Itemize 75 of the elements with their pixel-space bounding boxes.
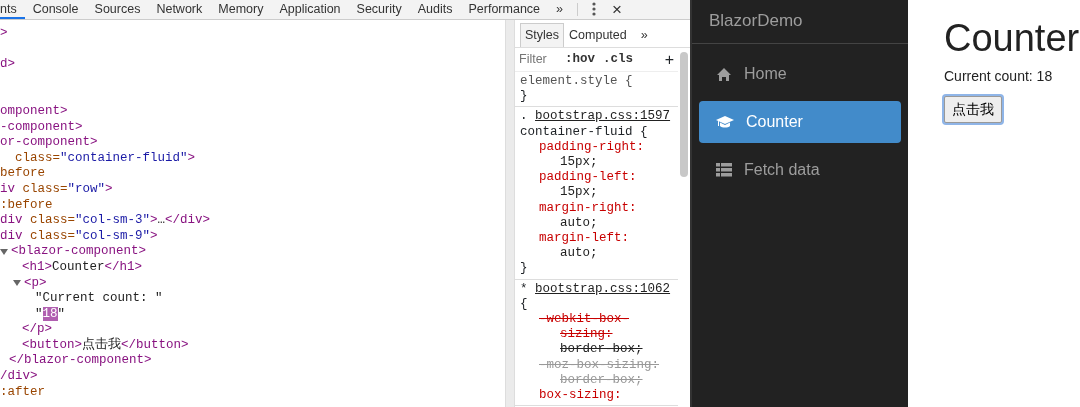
expand-triangle-icon[interactable] xyxy=(0,249,8,256)
graduation-cap-icon xyxy=(716,115,734,129)
class-toggle[interactable]: .cls xyxy=(603,51,634,68)
css-property-value: border-box; xyxy=(559,372,644,389)
count-text: Current count: 18 xyxy=(944,67,1054,86)
css-selector: * xyxy=(520,281,528,296)
hover-state-toggle[interactable]: :hov xyxy=(565,51,595,68)
code-text: <button>点击我</button> xyxy=(22,337,189,354)
panel-tab[interactable]: Network xyxy=(148,0,211,19)
expand-triangle-icon[interactable] xyxy=(13,280,21,287)
panel-tab[interactable]: Security xyxy=(348,0,410,19)
code-text: </p> xyxy=(22,322,52,338)
close-button[interactable]: × xyxy=(604,0,630,19)
more-tabs-button[interactable]: » xyxy=(635,23,653,47)
css-brace: } xyxy=(520,261,529,277)
add-rule-button[interactable]: + xyxy=(664,51,674,68)
scrollbar-track[interactable] xyxy=(505,20,515,407)
code-text: <blazor-component> xyxy=(11,244,147,260)
code-text: before xyxy=(0,166,45,182)
css-selector: container-fluid { xyxy=(520,124,649,140)
code-text: or-component> xyxy=(0,135,98,151)
panel-tab[interactable]: Sources xyxy=(86,0,149,19)
page-heading: Counter xyxy=(944,16,1080,61)
nav-link[interactable]: Home xyxy=(699,53,901,95)
panel-tab[interactable]: Console xyxy=(24,0,87,19)
css-property-name: padding-left: xyxy=(538,170,638,186)
css-property-name: padding-right: xyxy=(538,139,646,155)
code-text: "Current count: " xyxy=(35,291,163,307)
list-icon xyxy=(716,163,732,177)
css-property-name: margin-left: xyxy=(538,231,630,247)
css-property-value: border-box; xyxy=(559,342,644,358)
code-text: omponent> xyxy=(0,103,68,120)
filter-field[interactable]: Filter xyxy=(519,51,557,68)
css-property-value: auto; xyxy=(559,246,599,262)
panel-tab[interactable]: nts xyxy=(0,0,25,19)
css-property-name: -moz-box-sizing: xyxy=(538,357,661,373)
scrollbar-thumb[interactable] xyxy=(680,52,688,177)
css-selector: { xyxy=(520,296,529,313)
nav-link[interactable]: Counter xyxy=(699,101,901,143)
code-text: -component> xyxy=(0,119,83,136)
css-property-value: 15px; xyxy=(559,155,599,171)
home-icon xyxy=(716,66,732,82)
panel-tab[interactable]: Performance xyxy=(460,0,549,19)
code-text: /div> xyxy=(0,369,38,385)
code-text: </blazor-component> xyxy=(9,353,152,370)
code-text: <p> xyxy=(24,275,47,292)
code-text: > xyxy=(0,26,8,42)
brand-name[interactable]: BlazorDemo xyxy=(692,0,908,44)
panel-tab[interactable]: Application xyxy=(271,0,349,19)
code-text: <h1>Counter</h1> xyxy=(22,259,143,276)
styles-tab[interactable]: Computed xyxy=(564,23,632,47)
css-selector: element.style { xyxy=(520,74,634,90)
code-text: div class="col-sm-3">…</div> xyxy=(0,213,211,229)
code-text: div class="col-sm-9"> xyxy=(0,228,158,245)
css-property-value: 15px; xyxy=(559,185,599,201)
code-text: d> xyxy=(0,57,15,73)
css-property-name: margin-right: xyxy=(538,200,638,216)
code-text: :before xyxy=(0,197,53,214)
nav-link[interactable]: Fetch data xyxy=(699,149,901,191)
more-tabs-button[interactable]: » xyxy=(548,0,571,19)
styles-tab[interactable]: Styles xyxy=(520,23,565,47)
code-text: "18" xyxy=(35,306,66,323)
panel-tab[interactable]: Audits xyxy=(409,0,461,19)
css-property-name: -webkit-box-sizing: xyxy=(538,312,630,343)
code-text: :after xyxy=(0,384,45,401)
source-link[interactable]: bootstrap.css:1062 xyxy=(535,281,671,296)
css-selector: . xyxy=(520,109,528,124)
css-property-value: auto; xyxy=(559,215,599,232)
css-property-name: box-sizing: xyxy=(538,388,623,404)
code-text: class="container-fluid"> xyxy=(14,150,196,167)
source-link[interactable]: bootstrap.css:1597 xyxy=(535,109,671,124)
panel-tab[interactable]: Memory xyxy=(210,0,272,19)
code-text: iv class="row"> xyxy=(0,181,113,198)
click-me-button[interactable]: 点击我 xyxy=(944,96,1002,123)
css-brace: } xyxy=(520,89,529,105)
